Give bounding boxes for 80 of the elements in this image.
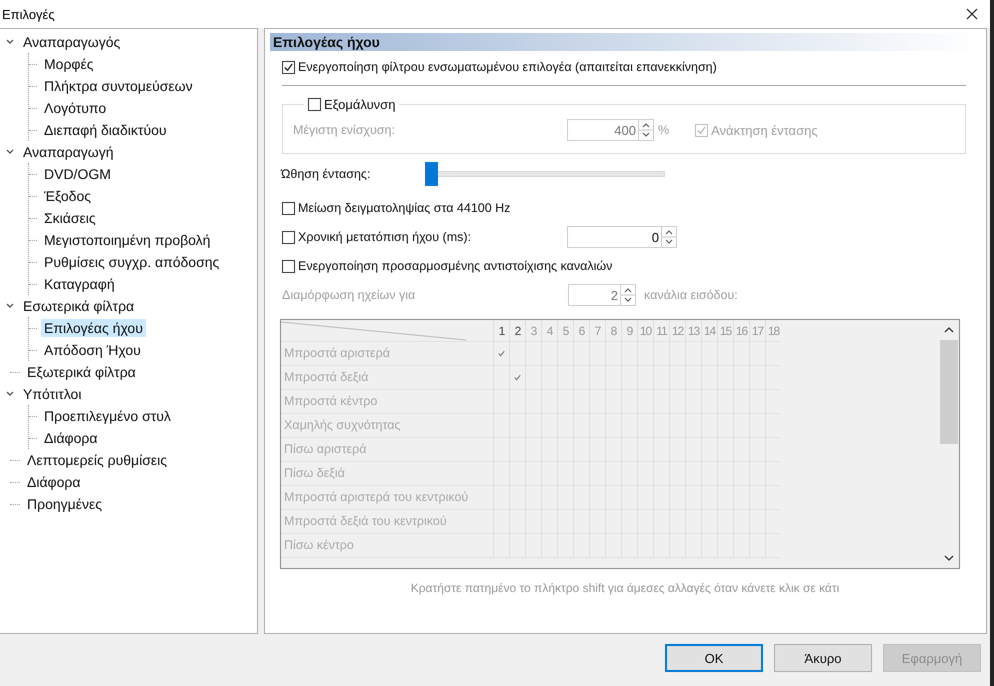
tree-item[interactable]: Αναπαραγωγή: [20, 143, 117, 161]
window-title: Επιλογές: [2, 6, 55, 22]
column-header: 13: [685, 320, 701, 341]
checkbox[interactable]: [282, 60, 295, 74]
checkbox-label: Ενεργοποίηση προσαρμοσμένης αντιστοίχισης καναλιών: [298, 259, 612, 273]
tree-item[interactable]: Εσωτερικά φίλτρα: [20, 297, 138, 315]
row-label: Πίσω δεξιά: [283, 465, 346, 482]
column-header: 12: [669, 320, 685, 341]
tree-item[interactable]: Μεγιστοποιημένη προβολή: [41, 231, 214, 249]
checkbox-label: Ενεργοποίηση φίλτρου ενσωματωμένου επιλογέα (απαιτείται επανεκκίνηση): [298, 60, 717, 74]
number-field[interactable]: 0: [567, 226, 677, 248]
field-label: Μέγιστη ενίσχυση:: [293, 123, 396, 137]
number-field[interactable]: 2: [568, 284, 636, 306]
number-field[interactable]: 400: [567, 119, 654, 141]
tree-item[interactable]: Διάφορα: [24, 473, 84, 491]
column-header: 4: [541, 320, 557, 341]
checkbox[interactable]: [282, 230, 295, 244]
slider-label: Ώθηση έντασης:: [281, 167, 372, 181]
column-header: 17: [749, 320, 765, 341]
dialog-button[interactable]: Άκυρο: [774, 644, 872, 672]
tree-item[interactable]: Ρυθμίσεις συγχρ. απόδοσης: [41, 253, 222, 271]
checkbox-label: Χρονική μετατόπιση ήχου (ms):: [298, 230, 472, 244]
row-label: Μπροστά αριστερά: [283, 345, 391, 362]
tree-item[interactable]: Υπότιτλοι: [20, 385, 84, 403]
tree-item[interactable]: Απόδοση Ήχου: [41, 341, 144, 359]
tree-item[interactable]: Μορφές: [41, 55, 96, 73]
row-label: Χαμηλής συχνότητας: [283, 417, 402, 434]
column-header: 1: [493, 320, 509, 341]
tree-item[interactable]: DVD/OGM: [41, 165, 114, 183]
tree-item[interactable]: Αναπαραγωγός: [20, 33, 124, 51]
tree-item[interactable]: Προεπιλεγμένο στυλ: [41, 407, 174, 425]
checkbox[interactable]: [282, 202, 295, 214]
scroll-up-icon[interactable]: [943, 326, 955, 334]
slider[interactable]: [425, 162, 665, 186]
checkbox[interactable]: [695, 124, 708, 136]
tree-item[interactable]: Έξοδος: [41, 187, 94, 205]
column-header: 16: [733, 320, 749, 341]
row-label: Πίσω αριστερά: [283, 441, 368, 458]
tree-item[interactable]: Επιλογέας ήχου: [41, 319, 146, 337]
dialog-button[interactable]: OK: [665, 644, 763, 672]
tree-item[interactable]: Διάφορα: [41, 429, 100, 447]
checkbox-label: Ανάκτηση έντασης: [711, 122, 818, 138]
column-header: 18: [765, 320, 781, 341]
row-label: Πίσω κέντρο: [283, 537, 355, 554]
column-header: 2: [509, 320, 525, 341]
column-header: 7: [589, 320, 605, 341]
row-label: Μπροστά δεξιά του κεντρικού: [283, 513, 448, 530]
field-label: Διαμόρφωση ηχείων για: [282, 288, 416, 302]
tree-item[interactable]: Λογότυπο: [41, 99, 110, 117]
checkbox[interactable]: [282, 260, 295, 272]
row-label: Μπροστά δεξιά: [283, 369, 370, 386]
check-icon: [497, 349, 506, 358]
unit-label: %: [658, 123, 670, 137]
hint-text: Κρατήστε πατημένο το πλήκτρο shift για άμεσες αλλαγές όταν κάνετε κλικ σε κάτι: [410, 581, 840, 595]
tree-item[interactable]: Προηγμένες: [24, 495, 105, 513]
field-label: κανάλια εισόδου:: [644, 288, 738, 302]
tree-item[interactable]: Σκιάσεις: [41, 209, 99, 227]
row-label: Μπροστά αριστερά του κεντρικού: [283, 489, 470, 506]
column-header: 6: [573, 320, 589, 341]
scroll-down-icon[interactable]: [943, 554, 955, 562]
tree-item[interactable]: Λεπτομερείς ρυθμίσεις: [24, 451, 170, 469]
column-header: 9: [621, 320, 637, 341]
tree-item[interactable]: Διεπαφή διαδικτύου: [41, 121, 170, 139]
checkbox-label: Εξομάλυνση: [324, 96, 396, 112]
column-header: 5: [557, 320, 573, 341]
column-header: 15: [717, 320, 733, 341]
slider-thumb[interactable]: [425, 162, 438, 186]
checkbox-label: Μείωση δειγματοληψίας στα 44100 Hz: [298, 201, 510, 215]
check-icon: [513, 373, 522, 382]
column-header: 10: [637, 320, 653, 341]
column-header: 14: [701, 320, 717, 341]
tree-item[interactable]: Εξωτερικά φίλτρα: [24, 363, 139, 381]
tree-item[interactable]: Καταγραφή: [41, 275, 118, 293]
tree-item[interactable]: Πλήκτρα συντομεύσεων: [41, 77, 196, 95]
column-header: 3: [525, 320, 541, 341]
checkbox[interactable]: [308, 98, 321, 110]
row-label: Μπροστά κέντρο: [283, 393, 378, 410]
column-header: 8: [605, 320, 621, 341]
column-header: 11: [653, 320, 669, 341]
close-icon[interactable]: [966, 8, 978, 20]
